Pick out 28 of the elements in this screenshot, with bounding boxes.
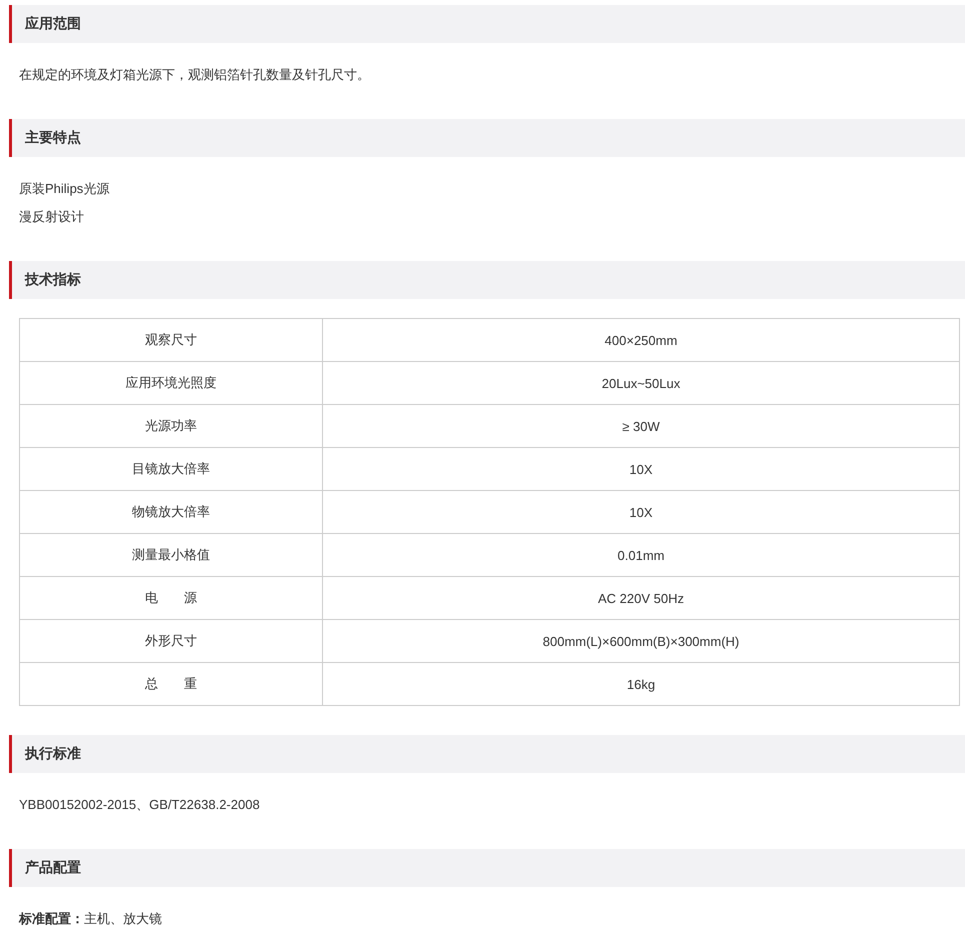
paragraph: 在规定的环境及灯箱光源下，观测铝箔针孔数量及针孔尺寸。: [19, 66, 371, 84]
section-heading: 执行标准: [9, 735, 965, 773]
spec-label: 测量最小格值: [20, 534, 322, 576]
section-heading: 主要特点: [9, 119, 965, 157]
spec-label: 总 重: [20, 662, 322, 706]
spec-label: 物镜放大倍率: [20, 490, 322, 534]
spec-value: 20Lux~50Lux: [322, 362, 960, 404]
spec-label: 电 源: [20, 576, 322, 620]
feature-item: 原装Philips光源: [19, 180, 110, 198]
spec-value: ≥ 30W: [322, 404, 960, 448]
spec-value: 10X: [322, 448, 960, 490]
spec-value: 10X: [322, 490, 960, 534]
spec-label: 应用环境光照度: [20, 362, 322, 404]
spec-value: 400×250mm: [322, 318, 960, 362]
section-heading: 应用范围: [9, 5, 965, 43]
spec-value: 16kg: [322, 662, 960, 706]
feature-item: 漫反射设计: [19, 208, 85, 226]
section-heading: 产品配置: [9, 849, 965, 887]
spec-label: 光源功率: [20, 404, 322, 448]
spec-value: 0.01mm: [322, 534, 960, 576]
spec-label: 观察尺寸: [20, 318, 322, 362]
paragraph: YBB00152002-2015、GB/T22638.2-2008: [19, 796, 261, 814]
section-heading: 技术指标: [9, 261, 965, 299]
spec-label: 目镜放大倍率: [20, 448, 322, 490]
spec-value: 800mm(L)×600mm(B)×300mm(H): [322, 620, 960, 662]
spec-value: AC 220V 50Hz: [322, 576, 960, 620]
paragraph: 标准配置：主机、放大镜: [19, 910, 163, 928]
spec-label: 外形尺寸: [20, 620, 322, 662]
